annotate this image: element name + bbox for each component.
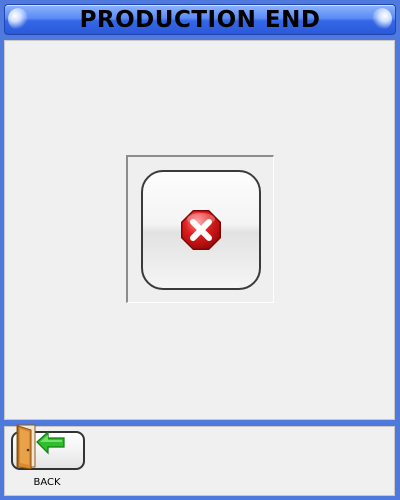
back-label: BACK [33,477,61,488]
main-panel [4,40,395,420]
red-octagon-x-icon [181,210,221,250]
door-exit-arrow-icon [16,424,65,469]
dialog-frame [126,155,274,303]
page-title: PRODUCTION END [79,6,321,33]
bottom-bar: BACK [4,424,395,496]
title-bar: PRODUCTION END [4,4,396,35]
cancel-button[interactable] [141,170,261,290]
